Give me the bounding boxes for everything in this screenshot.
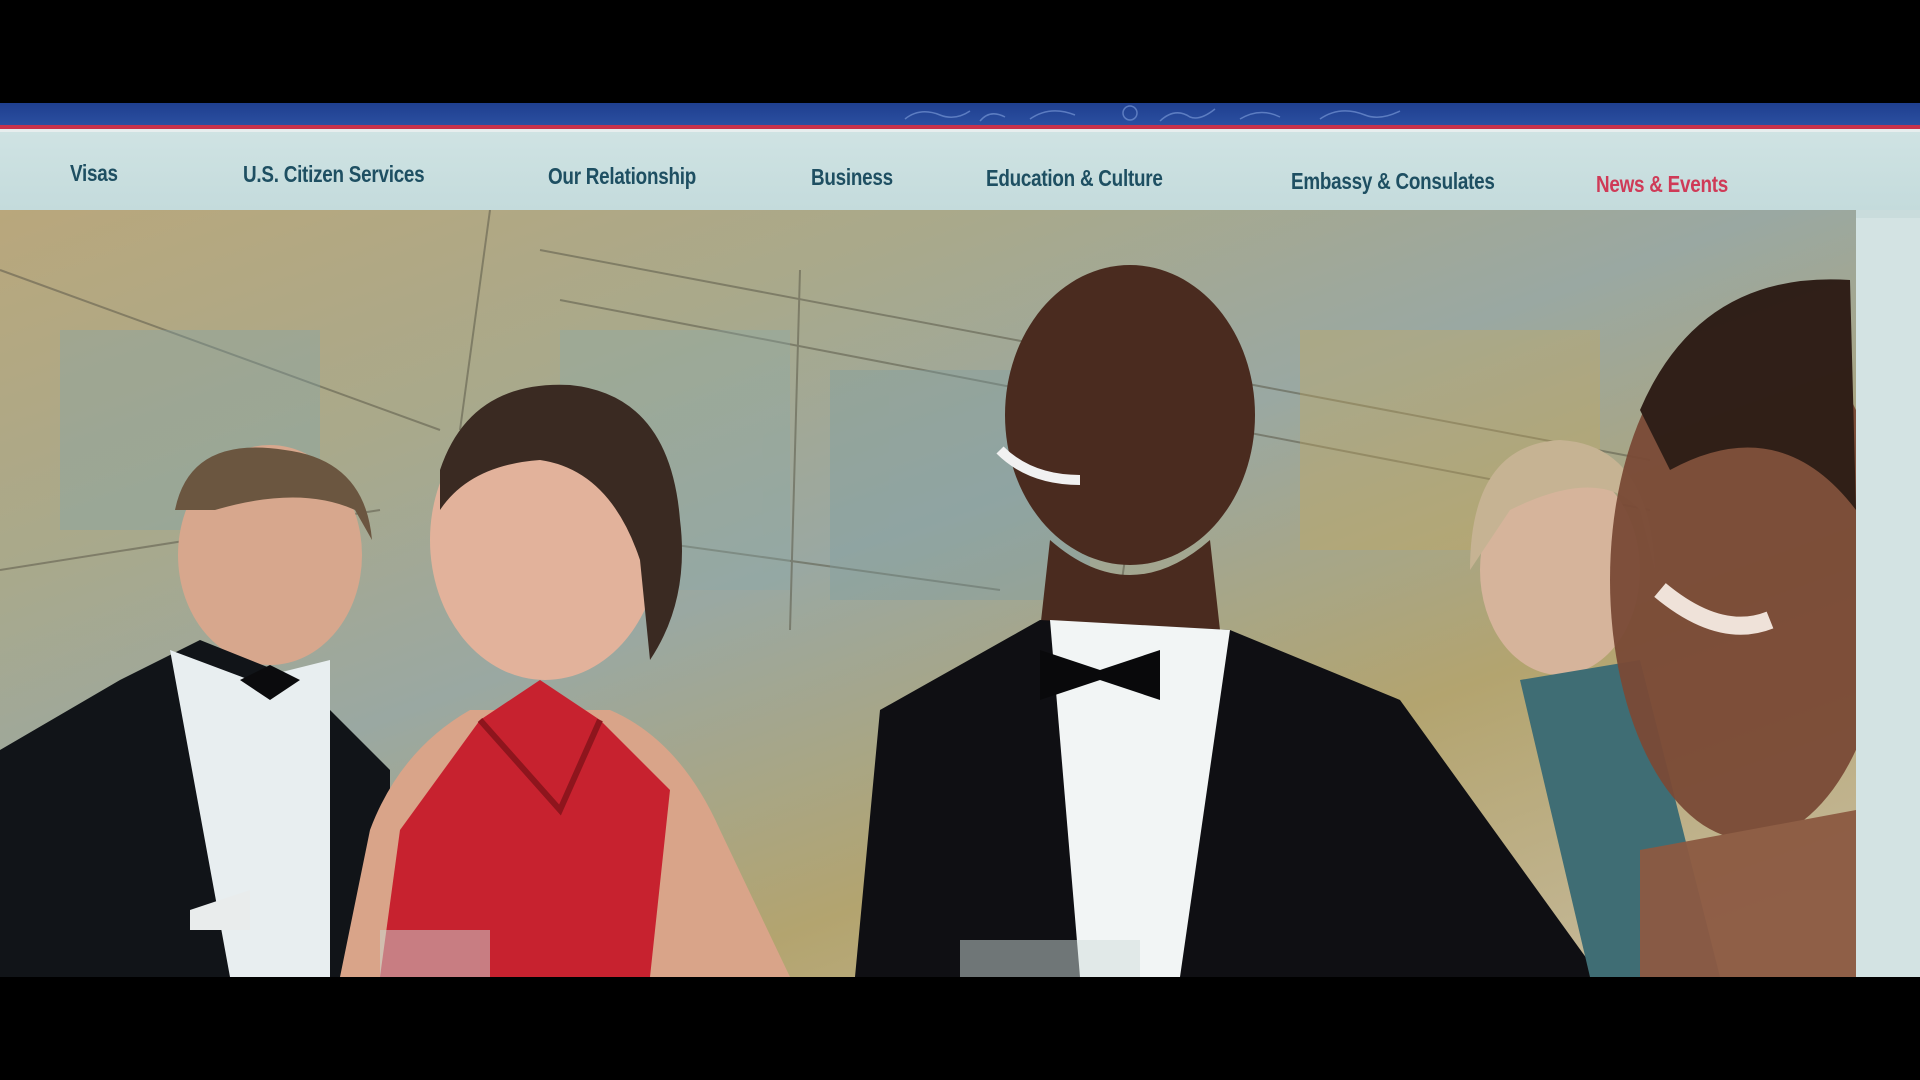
site-header — [0, 103, 1920, 125]
nav-item-our-relationship[interactable]: Our Relationship — [548, 163, 696, 190]
video-frame: Visas U.S. Citizen Services Our Relation… — [0, 0, 1920, 1080]
nav-item-education-culture[interactable]: Education & Culture — [986, 165, 1163, 192]
nav-item-visas[interactable]: Visas — [70, 160, 118, 187]
right-sidebar-edge — [1856, 218, 1920, 977]
browser-screen: Visas U.S. Citizen Services Our Relation… — [0, 103, 1920, 977]
nav-item-business[interactable]: Business — [811, 164, 893, 191]
person-left-man — [0, 445, 390, 977]
nav-item-news-events[interactable]: News & Events — [1596, 171, 1728, 198]
nav-item-embassy-consulates[interactable]: Embassy & Consulates — [1291, 168, 1495, 195]
main-navigation: Visas U.S. Citizen Services Our Relation… — [0, 132, 1920, 210]
letterbox-bottom — [0, 977, 1920, 1080]
hero-photo-illustration — [0, 210, 1856, 977]
person-foreground-woman — [1610, 279, 1856, 977]
nav-item-us-citizen-services[interactable]: U.S. Citizen Services — [243, 161, 425, 188]
letterbox-top — [0, 0, 1920, 103]
hero-image — [0, 210, 1856, 977]
seal-icon — [904, 105, 1401, 122]
